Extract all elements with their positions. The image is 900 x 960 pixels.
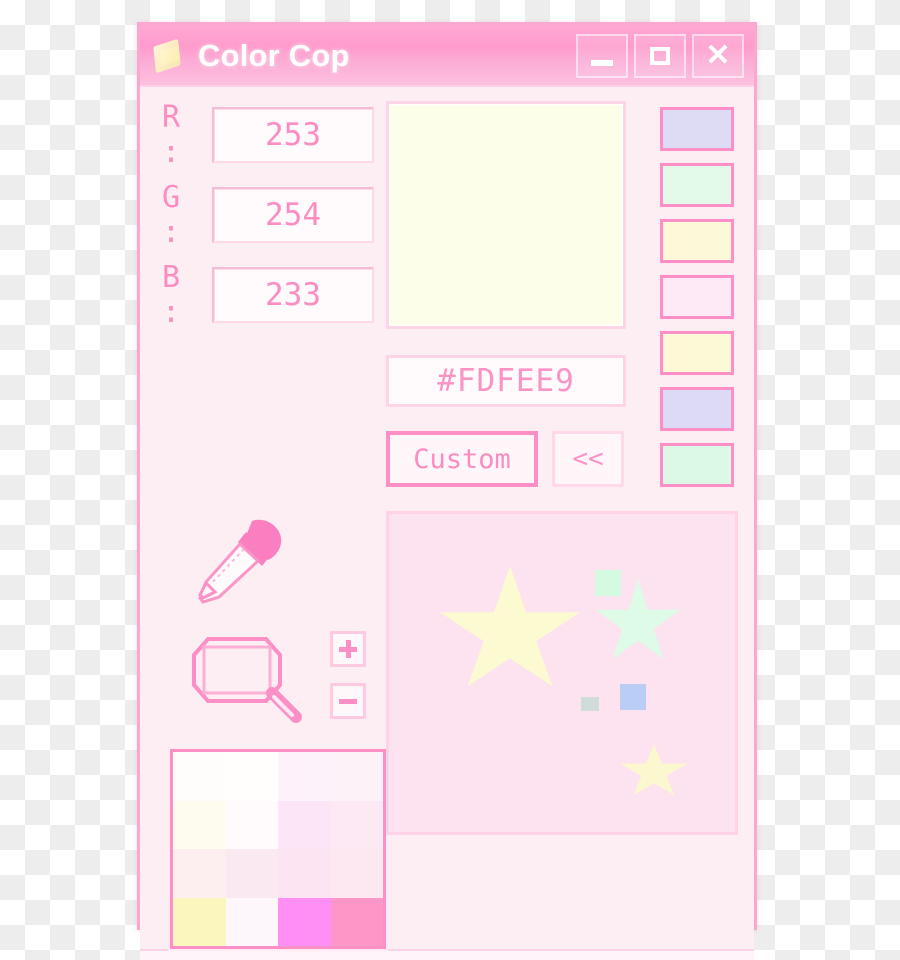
green-input[interactable]: 254 [212,187,374,243]
rgb-fields-group: R : 253 G : 254 B : 233 [152,100,374,487]
swatch-lavender-2[interactable] [660,387,734,431]
blue-row: B : 233 [152,260,374,330]
custom-button[interactable]: Custom [386,431,538,487]
pixel-cell [173,752,226,801]
pixel-cell [278,897,331,946]
pixel-cell [278,752,331,801]
pixel-cell [330,897,383,946]
red-row: R : 253 [152,100,374,170]
blue-label: B : [162,260,183,330]
color-cop-window: Color Cop ✕ R : 253 G : 254 B: 233 #FDF… [137,22,757,960]
pixel-cell [225,800,278,849]
status-bar: Eyedropping: 392, 391 [140,949,754,960]
red-input[interactable]: 253 [212,107,374,163]
history-swatch-list [660,101,756,487]
close-icon: ✕ [705,39,731,72]
square-gray [581,697,599,711]
blue-input[interactable]: 233 [212,267,374,323]
window-controls: ✕ [576,34,744,78]
pixel-cell [278,849,331,898]
star-cream-large [439,566,581,687]
eyedropper-tool[interactable] [152,509,374,627]
color-preview-group: #FDFEE9 Custom << [374,101,634,487]
eyedropper-icon [198,519,282,604]
title-bar[interactable]: Color Cop ✕ [140,25,754,87]
red-label: R : [162,100,183,170]
swatch-pink-1[interactable] [660,275,734,319]
collapse-button[interactable]: << [552,431,624,487]
green-row: G : 254 [152,180,374,250]
minimize-button[interactable] [576,34,628,78]
swatch-mint-2[interactable] [660,443,734,487]
pixel-sample-grid[interactable] [170,749,386,949]
swatch-mint-1[interactable] [660,163,734,207]
zoom-buttons [330,631,366,719]
custom-button-row: Custom << [386,431,634,487]
tools-column [152,509,386,949]
magnifier-tool-row [152,627,374,723]
pixel-cell [330,849,383,898]
color-preview-swatch[interactable] [386,101,626,329]
pixel-cell [173,849,226,898]
pixel-cell [225,752,278,801]
top-section: R : 253 G : 254 B : 233 #FDFEE9 Custom <… [152,100,742,487]
window-client-area: R : 253 G : 254 B : 233 #FDFEE9 Custom <… [140,87,754,949]
screen-magnifier-preview[interactable] [386,511,738,835]
swatch-cream-2[interactable] [660,331,734,375]
window-title: Color Cop [198,38,350,73]
desktop-backdrop: Color Cop ✕ R : 253 G : 254 B: 233 #FDF… [0,0,900,960]
pixel-cell [330,800,383,849]
square-mint-small [595,570,621,596]
green-label: G : [162,180,183,250]
pixel-cell [330,752,383,801]
app-icon [150,38,190,74]
zoom-out-button[interactable] [330,683,366,719]
pixel-cell [278,800,331,849]
tools-and-preview-section [152,509,742,949]
zoom-in-button[interactable] [330,631,366,667]
close-button[interactable]: ✕ [692,34,744,78]
swatch-cream-1[interactable] [660,219,734,263]
pixel-cell [225,897,278,946]
swatch-lavender-1[interactable] [660,107,734,151]
magnifier-icon[interactable] [184,627,312,723]
pixel-cell [225,849,278,898]
pixel-cell [173,897,226,946]
pixel-cell [173,800,226,849]
hex-input[interactable]: #FDFEE9 [386,355,626,407]
square-blue [620,684,646,710]
maximize-button[interactable] [634,34,686,78]
star-cream-small [620,744,688,795]
